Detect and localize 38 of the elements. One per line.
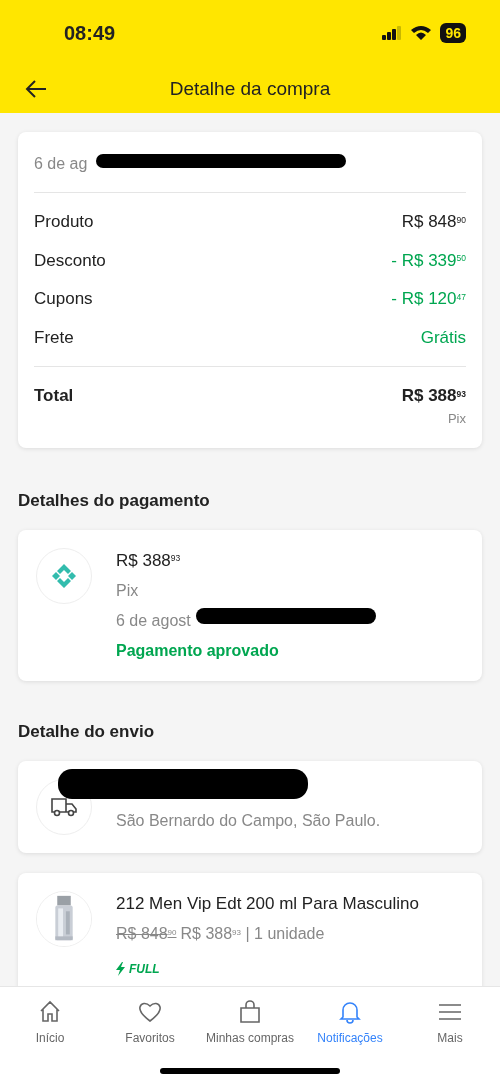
pix-icon — [51, 562, 77, 589]
payment-status: Pagamento aprovado — [116, 641, 279, 661]
price-quantity: R$ 388$^{93}$ | 1 unidade — [180, 924, 325, 944]
truck-icon — [50, 795, 78, 818]
summary-label: Desconto — [34, 249, 106, 272]
section-heading: Detalhes do pagamento — [18, 490, 211, 512]
summary-value: - R$ 339$^{50}$ — [391, 249, 466, 272]
bell-icon — [337, 999, 363, 1025]
payment-date: 6 de agost — [116, 611, 192, 631]
total-label: Total — [34, 385, 74, 407]
nav-tab[interactable]: Mais — [400, 987, 500, 1083]
summary-value: Grátis — [420, 326, 466, 349]
summary-label: Produto — [34, 211, 94, 233]
section-heading: Detalhe do envio — [18, 721, 156, 743]
payment-method: Pix — [446, 409, 466, 428]
battery-level: 96 — [440, 23, 466, 43]
payment-amount: R$ 388$^{93}$ — [116, 549, 182, 572]
full-label: FULL — [129, 961, 160, 978]
nav-tab[interactable]: Favoritos — [100, 987, 200, 1083]
nav-tab[interactable]: Início — [0, 987, 100, 1083]
clock-time: 08:49 — [64, 21, 116, 46]
summary-label: Frete — [34, 326, 74, 349]
nav-tab[interactable]: Minhas compras — [200, 987, 300, 1083]
summary-label: Cupons — [34, 288, 93, 310]
product-title: 212 Men Vip Edt 200 ml Para Masculino — [116, 892, 420, 915]
payment-method: Pix — [116, 581, 140, 601]
lightning-icon — [116, 962, 125, 976]
shipping-address: São Bernardo do Campo, São Paulo. — [116, 810, 381, 831]
nav-tab[interactable]: Notificações — [300, 987, 400, 1083]
order-date: 6 de ag — [34, 155, 88, 172]
page-title: Detalhe da compra — [169, 77, 331, 102]
summary-value: R$ 848$^{90}$ — [401, 211, 466, 233]
signal-icon — [382, 26, 403, 40]
summary-value: - R$ 120$^{47}$ — [391, 288, 466, 310]
wifi-icon — [410, 25, 433, 41]
old-price: R$ 848$^{90}$ — [116, 924, 177, 944]
total-value: R$ 388$^{93}$ — [401, 385, 466, 407]
bag-icon — [237, 999, 263, 1025]
